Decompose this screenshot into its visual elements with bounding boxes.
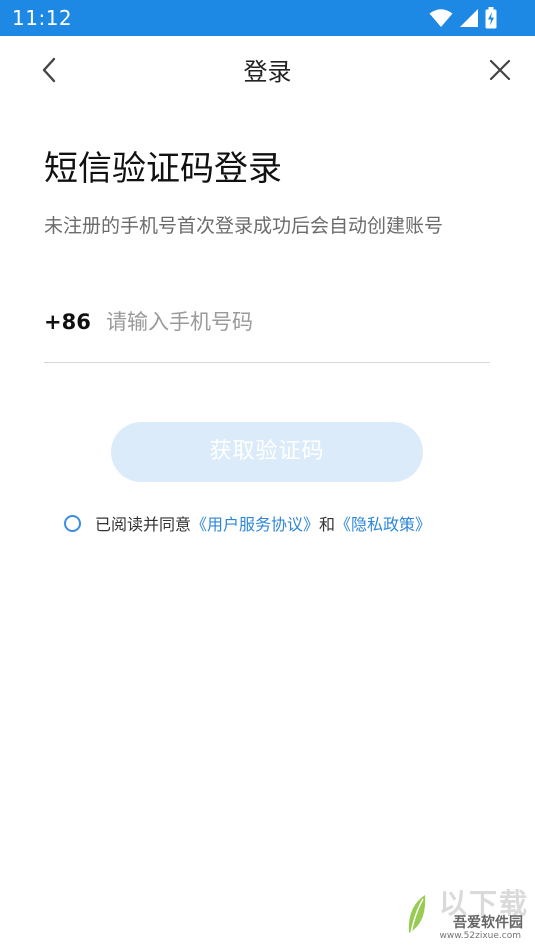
battery-charging-icon [485, 7, 497, 29]
phone-number-input[interactable] [106, 304, 486, 340]
status-icons [429, 6, 497, 30]
country-code[interactable]: +86 [44, 308, 91, 336]
agreement-conjunction: 和 [319, 515, 336, 534]
get-verification-code-button[interactable]: 获取验证码 [111, 422, 423, 482]
close-icon [489, 59, 511, 85]
login-subtitle: 未注册的手机号首次登录成功后会自动创建账号 [44, 215, 444, 237]
phone-input-row: +86 [44, 300, 490, 363]
agreement-prefix: 已阅读并同意 [95, 515, 192, 534]
leaf-logo-icon [405, 893, 431, 941]
svg-text:以下载: 以下载 [439, 887, 527, 917]
wifi-icon [429, 8, 453, 28]
login-screen: 11:12 登录 短信验证码登录 未注册的手机号首次登录成功后会自动创建账号 +… [0, 0, 535, 951]
watermark-site-name: 吾爱软件园 [453, 915, 523, 931]
close-button[interactable] [485, 58, 515, 86]
agree-checkbox[interactable] [64, 514, 81, 532]
status-time: 11:12 [12, 6, 73, 30]
login-heading: 短信验证码登录 [44, 149, 282, 189]
user-agreement-link[interactable]: 《用户服务协议》 [191, 511, 319, 535]
cellular-signal-icon [459, 8, 479, 28]
privacy-policy-link[interactable]: 《隐私政策》 [335, 511, 431, 535]
page-title: 登录 [243, 58, 292, 86]
top-nav-bar: 登录 [0, 36, 535, 108]
agreement-row: 已阅读并同意 《用户服务协议》 和 《隐私政策》 [64, 508, 431, 538]
watermark: 以下载 吾爱软件园 www.52zixue.com [399, 885, 529, 945]
watermark-site-url: www.52zixue.com [439, 931, 521, 941]
status-bar: 11:12 [0, 0, 535, 36]
